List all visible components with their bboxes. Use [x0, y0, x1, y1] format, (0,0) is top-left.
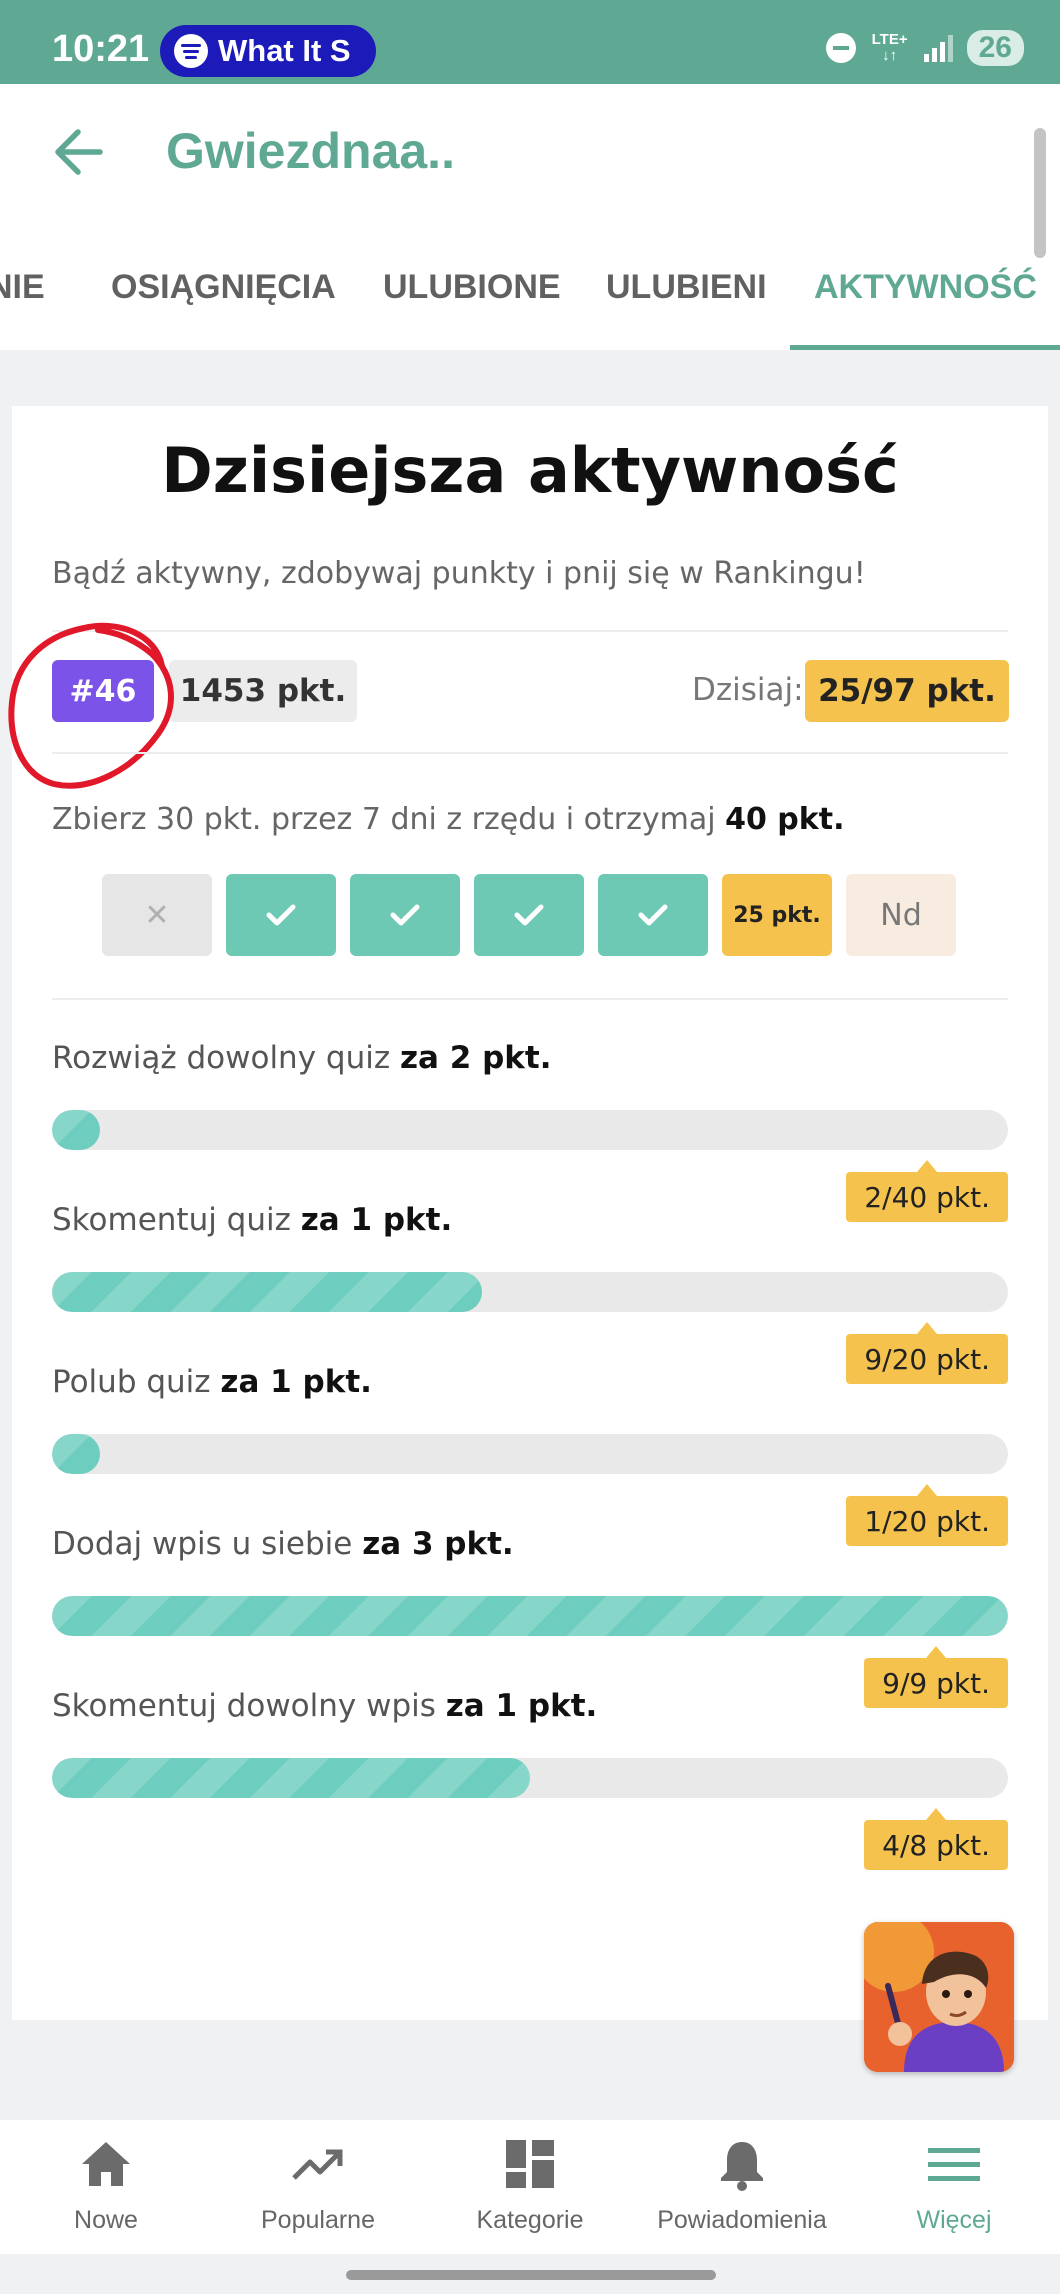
task-item: Rozwiąż dowolny quiz za 2 pkt. 2/40 pkt.	[52, 1040, 1008, 1222]
activity-card: Dzisiejsza aktywność Bądź aktywny, zdoby…	[8, 406, 1048, 2020]
media-title: What It S	[218, 33, 351, 68]
today-points-badge: 25/97 pkt.	[805, 660, 1009, 722]
task-item: Polub quiz za 1 pkt. 1/20 pkt.	[52, 1364, 1008, 1546]
status-time: 10:21	[52, 28, 150, 70]
task-label: Skomentuj quiz za 1 pkt.	[52, 1202, 453, 1238]
home-icon	[82, 2142, 130, 2186]
tab-favorite-users[interactable]: ULUBIENI	[606, 260, 767, 350]
day-missed: ✕	[102, 874, 212, 956]
trending-icon	[292, 2149, 343, 2180]
app-header: Gwiezdnaa.. NIE OSIĄGNIĘCIA ULUBIONE ULU…	[0, 84, 1060, 350]
day-today: 25 pkt.	[722, 874, 832, 956]
nav-new[interactable]: Nowe	[0, 2120, 212, 2254]
nav-label: Nowe	[74, 2206, 138, 2234]
task-label: Polub quiz za 1 pkt.	[52, 1364, 372, 1400]
day-completed	[598, 874, 708, 956]
task-progress-badge: 4/8 pkt.	[864, 1808, 1008, 1870]
activity-title: Dzisiejsza aktywność	[161, 434, 899, 507]
total-points: 1453 pkt.	[169, 660, 357, 722]
nav-label: Kategorie	[476, 2206, 584, 2234]
progress-fill	[52, 1272, 483, 1312]
divider	[52, 752, 1008, 754]
task-item: Skomentuj dowolny wpis za 1 pkt. 4/8 pkt…	[52, 1688, 1008, 1870]
cross-icon: ✕	[144, 897, 170, 933]
tab-partial[interactable]: NIE	[0, 260, 45, 350]
check-icon	[514, 904, 544, 926]
back-arrow-icon[interactable]	[52, 126, 104, 178]
tab-achievements[interactable]: OSIĄGNIĘCIA	[111, 260, 336, 350]
nav-notifications[interactable]: Powiadomienia	[636, 2120, 848, 2254]
nav-label: Popularne	[261, 2206, 375, 2234]
spotify-icon	[174, 34, 208, 68]
task-item: Skomentuj quiz za 1 pkt. 9/20 pkt.	[52, 1202, 1008, 1384]
progress-fill	[52, 1434, 100, 1474]
day-completed	[350, 874, 460, 956]
signal-icon	[923, 34, 953, 62]
bell-icon	[721, 2142, 763, 2191]
streak-days: ✕ 25 pkt. Nd	[102, 874, 956, 956]
progress-bar	[52, 1110, 1008, 1150]
status-bar: 10:21 What It S LTE+ ↓↑ 26	[0, 0, 1060, 84]
progress-bar	[52, 1434, 1008, 1474]
tab-activity[interactable]: AKTYWNOŚĆ	[790, 260, 1060, 350]
bottom-navigation: Nowe Popularne Kategorie Powiadomienia W…	[0, 2120, 1060, 2254]
rank-badge[interactable]: #46	[52, 660, 154, 722]
task-list: Rozwiąż dowolny quiz za 2 pkt. 2/40 pkt.…	[52, 1040, 1008, 1870]
progress-fill	[52, 1596, 1008, 1636]
task-label: Skomentuj dowolny wpis za 1 pkt.	[52, 1688, 598, 1724]
task-item: Dodaj wpis u siebie za 3 pkt. 9/9 pkt.	[52, 1526, 1008, 1708]
check-icon	[266, 904, 296, 926]
progress-bar	[52, 1758, 1008, 1798]
check-icon	[638, 904, 668, 926]
nav-categories[interactable]: Kategorie	[424, 2120, 636, 2254]
progress-fill	[52, 1110, 100, 1150]
check-icon	[390, 904, 420, 926]
divider	[52, 630, 1008, 632]
today-label: Dzisiaj:	[692, 672, 804, 708]
categories-icon	[506, 2140, 554, 2188]
do-not-disturb-icon	[825, 33, 856, 63]
task-label: Dodaj wpis u siebie za 3 pkt.	[52, 1526, 514, 1562]
menu-icon	[928, 2148, 980, 2181]
nav-popular[interactable]: Popularne	[212, 2120, 424, 2254]
profile-tabs: NIE OSIĄGNIĘCIA ULUBIONE ULUBIENI AKTYWN…	[0, 260, 1060, 350]
home-gesture-bar[interactable]	[346, 2270, 716, 2280]
gesture-area	[0, 2254, 1060, 2294]
activity-subtitle: Bądź aktywny, zdobywaj punkty i pnij się…	[52, 556, 866, 591]
progress-bar	[52, 1596, 1008, 1636]
nav-label: Więcej	[916, 2206, 992, 2234]
day-completed	[474, 874, 584, 956]
streak-description: Zbierz 30 pkt. przez 7 dni z rzędu i otr…	[52, 802, 845, 837]
day-future: Nd	[846, 874, 956, 956]
battery-level: 26	[966, 30, 1024, 66]
day-completed	[226, 874, 336, 956]
avatar-illustration	[864, 1922, 1014, 2072]
media-playing-pill[interactable]: What It S	[160, 25, 376, 77]
scrollbar[interactable]	[1034, 128, 1046, 258]
streak-reward: 40 pkt.	[725, 802, 845, 837]
tab-favorites[interactable]: ULUBIONE	[383, 260, 561, 350]
page-title: Gwiezdnaa..	[166, 123, 455, 179]
nav-more[interactable]: Więcej	[848, 2120, 1060, 2254]
network-type: LTE+ ↓↑	[871, 31, 908, 64]
task-label: Rozwiąż dowolny quiz za 2 pkt.	[52, 1040, 552, 1076]
nav-label: Powiadomienia	[657, 2206, 827, 2234]
divider	[52, 998, 1008, 1000]
progress-fill	[52, 1758, 530, 1798]
floating-avatar[interactable]	[864, 1922, 1014, 2072]
progress-bar	[52, 1272, 1008, 1312]
